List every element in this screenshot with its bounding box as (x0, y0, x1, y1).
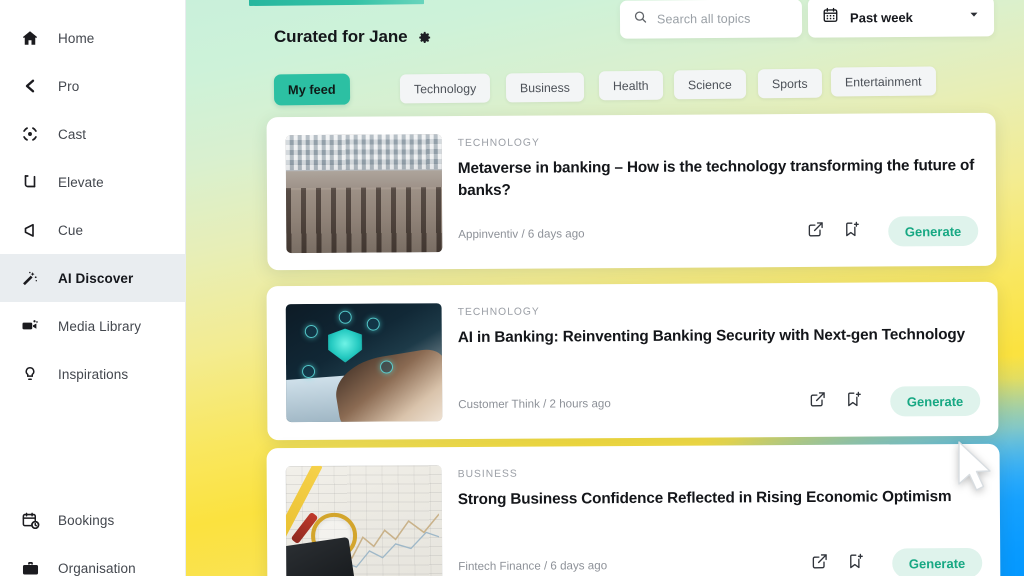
bookmark-add-icon[interactable] (845, 391, 862, 413)
article-body: TECHNOLOGY AI in Banking: Reinventing Ba… (458, 304, 980, 349)
chip-health[interactable]: Health (598, 70, 663, 101)
office-building-photo (285, 134, 443, 254)
calendar-icon (822, 6, 839, 28)
app-window: Home Pro Cast Elevate Cue AI Discover Me… (0, 0, 1024, 576)
cast-icon (20, 124, 40, 144)
sidebar-item-label: Pro (58, 78, 80, 94)
article-card[interactable]: BUSINESS Strong Business Confidence Refl… (266, 443, 1001, 576)
elevate-icon (20, 172, 40, 192)
external-link-icon[interactable] (807, 221, 824, 243)
sidebar-item-cue[interactable]: Cue (0, 206, 186, 254)
financial-chart-magnifier-photo (285, 465, 443, 576)
article-headline[interactable]: Metaverse in banking – How is the techno… (458, 155, 978, 202)
chip-science[interactable]: Science (673, 69, 746, 100)
article-category: BUSINESS (457, 468, 518, 481)
generate-button[interactable]: Generate (889, 385, 981, 417)
sidebar: Home Pro Cast Elevate Cue AI Discover Me… (0, 0, 186, 576)
sidebar-item-label: Home (58, 30, 95, 46)
article-body: BUSINESS Strong Business Confidence Refl… (458, 466, 982, 511)
gear-icon[interactable] (417, 30, 432, 45)
chevron-down-icon (968, 7, 980, 25)
media-camera-icon (20, 316, 40, 336)
category-filter-bar: My feed Technology Business Health Scien… (273, 60, 1014, 106)
lightbulb-icon (20, 364, 40, 384)
chip-label: Entertainment (844, 74, 922, 89)
chip-entertainment[interactable]: Entertainment (830, 66, 936, 97)
mouse-pointer-icon (955, 440, 997, 498)
article-thumbnail (285, 465, 443, 576)
date-filter-value: Past week (849, 9, 913, 25)
sidebar-item-label: Elevate (58, 174, 104, 190)
calendar-clock-icon (20, 510, 40, 530)
bookmark-add-icon[interactable] (843, 221, 860, 243)
main-content: Curated for Jane Search all topics Past … (186, 0, 1024, 576)
page-title-row: Curated for Jane (274, 27, 432, 47)
article-thumbnail (285, 134, 443, 254)
bookmark-add-icon[interactable] (847, 553, 864, 575)
sidebar-item-inspirations[interactable]: Inspirations (0, 350, 186, 398)
sidebar-item-elevate[interactable]: Elevate (0, 158, 186, 206)
sidebar-item-label: AI Discover (58, 270, 134, 286)
magic-wand-icon (20, 268, 40, 288)
article-headline[interactable]: AI in Banking: Reinventing Banking Secur… (458, 324, 980, 349)
chip-label: Sports (771, 76, 808, 91)
chip-my-feed[interactable]: My feed (273, 73, 350, 106)
chip-label: My feed (287, 81, 336, 98)
briefcase-icon (20, 558, 40, 576)
article-card[interactable]: TECHNOLOGY AI in Banking: Reinventing Ba… (266, 281, 999, 441)
page-title: Curated for Jane (274, 27, 408, 46)
chip-label: Technology (413, 81, 477, 96)
article-card[interactable]: TECHNOLOGY Metaverse in banking – How is… (266, 112, 997, 271)
chip-technology[interactable]: Technology (399, 73, 491, 104)
article-meta: Appinventiv / 6 days ago (458, 226, 585, 241)
home-icon (20, 28, 40, 48)
ai-security-shield-photo (285, 303, 443, 423)
sidebar-item-organisation[interactable]: Organisation (0, 544, 186, 576)
chip-label: Science (687, 77, 732, 92)
sidebar-item-label: Media Library (58, 318, 142, 334)
sidebar-item-home[interactable]: Home (0, 14, 186, 62)
sidebar-item-label: Organisation (58, 560, 136, 576)
sidebar-item-pro[interactable]: Pro (0, 62, 186, 110)
article-headline[interactable]: Strong Business Confidence Reflected in … (458, 486, 982, 511)
article-footer: Appinventiv / 6 days ago Generate (458, 215, 979, 249)
article-footer: Customer Think / 2 hours ago Generate (458, 385, 981, 419)
sidebar-item-label: Bookings (58, 512, 115, 528)
article-category: TECHNOLOGY (457, 306, 540, 319)
sidebar-item-ai-discover[interactable]: AI Discover (0, 254, 186, 302)
generate-button[interactable]: Generate (887, 215, 979, 247)
search-input[interactable]: Search all topics (619, 0, 803, 39)
article-meta: Customer Think / 2 hours ago (458, 396, 611, 411)
chevron-left-icon (20, 76, 40, 96)
external-link-icon[interactable] (809, 391, 826, 413)
article-footer: Fintech Finance / 6 days ago Generate (458, 547, 983, 576)
article-thumbnail (285, 303, 443, 423)
sidebar-item-bookings[interactable]: Bookings (0, 496, 186, 544)
search-icon (633, 9, 648, 29)
sidebar-item-media-library[interactable]: Media Library (0, 302, 186, 350)
article-actions: Generate (811, 547, 983, 576)
sidebar-item-cast[interactable]: Cast (0, 110, 186, 158)
date-filter-dropdown[interactable]: Past week (807, 0, 995, 38)
chip-sports[interactable]: Sports (757, 68, 822, 99)
chip-business[interactable]: Business (505, 72, 585, 103)
megaphone-icon (20, 220, 40, 240)
article-meta: Fintech Finance / 6 days ago (458, 558, 608, 573)
external-link-icon[interactable] (811, 553, 828, 575)
sidebar-nav-list: Home Pro Cast Elevate Cue AI Discover Me… (0, 14, 186, 398)
chip-label: Business (519, 80, 570, 95)
article-actions: Generate (809, 385, 981, 417)
article-actions: Generate (807, 215, 979, 247)
sidebar-item-label: Cue (58, 222, 84, 238)
article-category: TECHNOLOGY (457, 137, 540, 150)
search-placeholder: Search all topics (656, 11, 751, 27)
generate-button[interactable]: Generate (891, 547, 983, 576)
sidebar-item-label: Inspirations (58, 366, 129, 382)
article-body: TECHNOLOGY Metaverse in banking – How is… (458, 135, 978, 202)
sidebar-item-label: Cast (58, 126, 87, 142)
chip-label: Health (612, 78, 649, 93)
sidebar-bottom-list: Bookings Organisation (0, 496, 186, 576)
